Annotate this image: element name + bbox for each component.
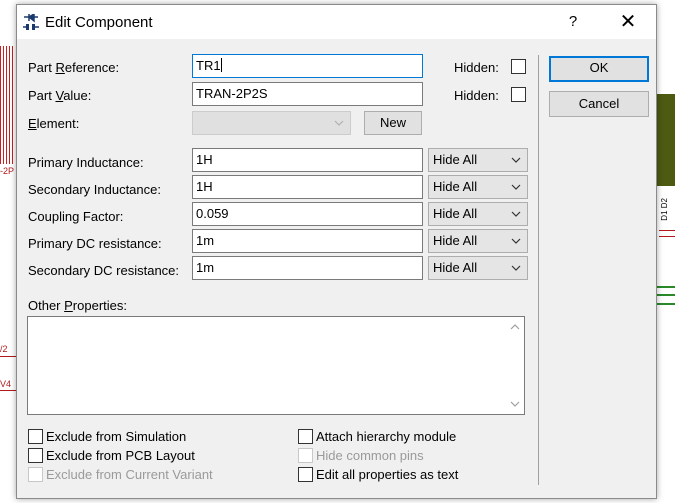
exclude-pcb-label: Exclude from PCB Layout: [46, 448, 195, 463]
secondary-inductance-visibility-select[interactable]: Hide All: [428, 175, 528, 199]
primary-dc-resistance-input[interactable]: 1m: [192, 229, 423, 253]
chevron-down-icon: [334, 120, 344, 126]
help-button[interactable]: ?: [558, 7, 588, 37]
chevron-down-icon: [511, 238, 521, 244]
chevron-down-icon: [511, 265, 521, 271]
component-icon: [23, 14, 39, 30]
schematic-wire: [659, 230, 675, 231]
schematic-background-right: [657, 0, 675, 503]
secondary-dc-resistance-label: Secondary DC resistance:: [28, 263, 180, 278]
primary-dc-resistance-visibility-select[interactable]: Hide All: [428, 229, 528, 253]
primary-dc-resistance-label: Primary DC resistance:: [28, 236, 162, 251]
other-properties-label: Other Properties:: [28, 298, 127, 313]
part-value-input[interactable]: TRAN-2P2S: [192, 82, 423, 106]
board-trace: [657, 286, 675, 288]
schematic-pin-lines: [0, 46, 14, 164]
secondary-inductance-label: Secondary Inductance:: [28, 182, 161, 197]
other-properties-textarea[interactable]: [27, 316, 525, 415]
secondary-dc-resistance-visibility-select[interactable]: Hide All: [428, 256, 528, 280]
hide-pins-label: Hide common pins: [316, 448, 424, 463]
vertical-divider: [538, 55, 539, 485]
secondary-inductance-input[interactable]: 1H: [192, 175, 423, 199]
exclude-pcb-checkbox[interactable]: [28, 448, 43, 463]
scroll-down-icon[interactable]: [510, 400, 520, 408]
schematic-label: -2P: [0, 166, 15, 176]
coupling-factor-label: Coupling Factor:: [28, 209, 124, 224]
chevron-down-icon: [511, 184, 521, 190]
coupling-factor-visibility-select[interactable]: Hide All: [428, 202, 528, 226]
schematic-background-left: -2P /2 V4: [0, 0, 16, 503]
schematic-label: /2: [0, 344, 8, 354]
primary-inductance-visibility-select[interactable]: Hide All: [428, 148, 528, 172]
ok-button[interactable]: OK: [549, 56, 649, 82]
secondary-dc-resistance-input[interactable]: 1m: [192, 256, 423, 280]
close-button[interactable]: ✕: [612, 7, 644, 37]
part-reference-input[interactable]: TR1: [192, 54, 423, 78]
board-component: [657, 94, 675, 186]
chevron-down-icon: [511, 211, 521, 217]
exclude-variant-checkbox[interactable]: [28, 467, 43, 482]
new-element-button[interactable]: New: [364, 111, 422, 135]
scroll-up-icon[interactable]: [510, 323, 520, 331]
schematic-wire: [659, 236, 675, 237]
edit-all-text-label: Edit all properties as text: [316, 467, 459, 482]
schematic-label: V4: [0, 379, 12, 389]
attach-hierarchy-checkbox[interactable]: [298, 429, 313, 444]
exclude-simulation-label: Exclude from Simulation: [46, 429, 187, 444]
cancel-button[interactable]: Cancel: [549, 91, 649, 117]
title-bar[interactable]: Edit Component ? ✕: [17, 5, 656, 39]
edit-component-dialog: Edit Component ? ✕ Part Reference: TR1 H…: [16, 4, 657, 499]
hidden-label: Hidden:: [454, 88, 499, 103]
board-trace: [657, 294, 675, 296]
attach-hierarchy-label: Attach hierarchy module: [316, 429, 457, 444]
element-select[interactable]: [192, 111, 351, 135]
primary-inductance-label: Primary Inductance:: [28, 155, 144, 170]
element-label: Element:: [28, 116, 80, 131]
part-value-label: Part Value:: [28, 88, 92, 103]
part-reference-hidden-checkbox[interactable]: [511, 59, 526, 74]
schematic-wire: [0, 390, 16, 391]
chevron-down-icon: [511, 157, 521, 163]
primary-inductance-input[interactable]: 1H: [192, 148, 423, 172]
part-value-hidden-checkbox[interactable]: [511, 87, 526, 102]
exclude-simulation-checkbox[interactable]: [28, 429, 43, 444]
hidden-label: Hidden:: [454, 60, 499, 75]
edit-all-text-checkbox[interactable]: [298, 467, 313, 482]
part-reference-label: Part Reference:: [28, 60, 120, 75]
schematic-label: D1 D2: [660, 198, 669, 221]
coupling-factor-input[interactable]: 0.059: [192, 202, 423, 226]
exclude-variant-label: Exclude from Current Variant: [46, 467, 213, 482]
board-trace: [657, 303, 675, 305]
text-caret: [220, 58, 222, 72]
hide-pins-checkbox[interactable]: [298, 448, 313, 463]
dialog-title: Edit Component: [45, 14, 153, 31]
schematic-wire: [0, 356, 16, 357]
